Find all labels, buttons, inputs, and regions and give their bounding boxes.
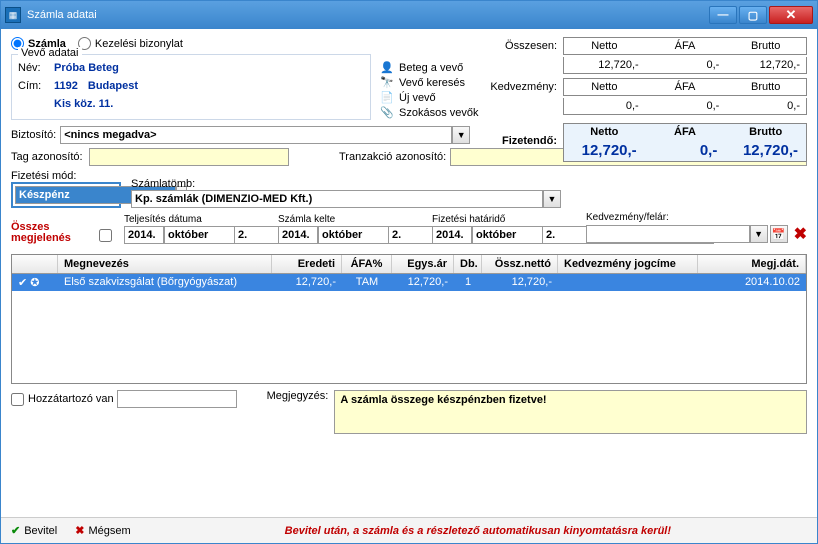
fulfill-month[interactable]: ▼ xyxy=(164,226,234,244)
patient-is-customer-action[interactable]: 👤 Beteg a vevő xyxy=(379,61,478,74)
customer-group: Vevő adatai Név: Próba Beteg Cím: 1192 B… xyxy=(11,54,371,120)
disc-afa: 0,- xyxy=(645,98,726,114)
related-label: Hozzátartozó van xyxy=(28,393,114,405)
disc-netto: 0,- xyxy=(564,98,645,114)
all-display-link[interactable]: Összes megjelenés xyxy=(11,222,99,244)
txn-label: Tranzakció azonosító: xyxy=(339,151,446,163)
customer-legend: Vevő adatai xyxy=(18,47,82,59)
issue-day[interactable]: ▼ xyxy=(388,226,422,244)
sum-label: Összesen: xyxy=(487,40,563,52)
issue-date: Számla kelte ▼ ▼ xyxy=(278,214,422,244)
cancel-button[interactable]: ✖ Mégsem xyxy=(75,524,130,537)
app-icon: ▦ xyxy=(5,7,21,23)
new-icon: 📄 xyxy=(379,91,395,104)
insurer-combo[interactable]: ▼ xyxy=(60,126,470,144)
payable-box: Netto ÁFA Brutto 12,720,- 0,- 12,720,- xyxy=(563,123,807,162)
paymethod-combo[interactable]: ▼ xyxy=(15,186,101,204)
issue-month[interactable]: ▼ xyxy=(318,226,388,244)
pay-netto: 12,720,- xyxy=(564,140,645,161)
insurer-label: Biztosító: xyxy=(11,129,56,141)
issue-year[interactable] xyxy=(278,226,318,244)
fulfill-day[interactable]: ▼ xyxy=(234,226,268,244)
insurer-dropdown-icon[interactable]: ▼ xyxy=(452,126,470,144)
book-dropdown-icon[interactable]: ▼ xyxy=(543,190,561,208)
due-month[interactable]: ▼ xyxy=(472,226,542,244)
sum-brutto: 12,720,- xyxy=(725,57,806,73)
pay-brutto: 12,720,- xyxy=(725,140,806,161)
row-marker-icon: ✔ ✪ xyxy=(12,274,58,291)
surcharge-label: Kedvezmény/felár: xyxy=(586,212,807,223)
maximize-button[interactable]: ▢ xyxy=(739,6,767,24)
all-display-checkbox[interactable] xyxy=(99,229,112,242)
name-label: Név: xyxy=(18,62,54,74)
calendar-icon[interactable]: 📅 xyxy=(770,225,788,243)
new-customer-action[interactable]: 📄 Új vevő xyxy=(379,91,478,104)
paymethod-field: ▼ xyxy=(11,182,121,208)
customer-actions: 👤 Beteg a vevő 🔭 Vevő keresés 📄 Új vevő … xyxy=(379,61,478,121)
paymethod-label: Fizetési mód: xyxy=(11,170,117,182)
related-input[interactable] xyxy=(117,390,237,408)
surcharge-input[interactable] xyxy=(586,225,750,243)
payable-label: Fizetendő: xyxy=(487,135,563,147)
insurer-input[interactable] xyxy=(60,126,452,144)
ok-button[interactable]: ✔ Bevitel xyxy=(11,524,57,537)
check-icon: ✔ xyxy=(11,524,20,537)
tag-input[interactable] xyxy=(89,148,289,166)
titlebar: ▦ Számla adatai — ▢ ✕ xyxy=(1,1,817,29)
items-grid: Megnevezés Eredeti ÁFA% Egys.ár Db. Össz… xyxy=(11,254,807,384)
pay-afa: 0,- xyxy=(645,140,726,161)
footer-message: Bevitel után, a számla és a részletező a… xyxy=(149,525,807,537)
binoculars-icon: 🔭 xyxy=(379,76,395,89)
discount-label: Kedvezmény: xyxy=(487,81,563,93)
note-text[interactable]: A számla összege készpénzben fizetve! xyxy=(334,390,807,434)
window-title: Számla adatai xyxy=(27,9,709,21)
book-label: Számlatömb: xyxy=(131,178,803,190)
surcharge-dropdown-icon[interactable]: ▼ xyxy=(750,225,768,243)
customer-zip: 1192 xyxy=(54,80,78,92)
clip-icon: 📎 xyxy=(379,106,395,119)
tag-label: Tag azonosító: xyxy=(11,151,85,163)
close-button[interactable]: ✕ xyxy=(769,6,813,24)
surcharge-combo[interactable]: ▼ xyxy=(586,225,768,243)
disc-brutto: 0,- xyxy=(725,98,806,114)
due-date: Fizetési határidő ▼ ▼ xyxy=(432,214,576,244)
search-customer-action[interactable]: 🔭 Vevő keresés xyxy=(379,76,478,89)
table-row[interactable]: ✔ ✪ Első szakvizsgálat (Bőrgyógyászat) 1… xyxy=(12,274,806,291)
due-year[interactable] xyxy=(432,226,472,244)
sum-netto: 12,720,- xyxy=(564,57,645,73)
grid-header: Megnevezés Eredeti ÁFA% Egys.ár Db. Össz… xyxy=(12,255,806,274)
customer-name: Próba Beteg xyxy=(54,62,119,74)
note-label: Megjegyzés: xyxy=(267,390,329,402)
person-icon: 👤 xyxy=(379,61,395,74)
addr-label: Cím: xyxy=(18,80,54,92)
cross-icon: ✖ xyxy=(75,524,84,537)
footer: ✔ Bevitel ✖ Mégsem Bevitel után, a száml… xyxy=(1,517,817,543)
sum-box: Netto ÁFA Brutto xyxy=(563,37,807,55)
book-combo[interactable]: ▼ xyxy=(131,190,561,208)
totals-panel: Összesen: Netto ÁFA Brutto 12,720,- 0,- … xyxy=(487,37,807,164)
due-day[interactable]: ▼ xyxy=(542,226,576,244)
fulfill-year[interactable] xyxy=(124,226,164,244)
book-input[interactable] xyxy=(131,190,543,208)
clear-surcharge-icon[interactable]: ✖ xyxy=(794,224,807,244)
treatment-radio[interactable]: Kezelési bizonylat xyxy=(78,37,183,50)
fulfill-date: Teljesítés dátuma ▼ ▼ xyxy=(124,214,268,244)
customer-city: Budapest xyxy=(88,80,138,92)
customer-street: Kis köz. 11. xyxy=(54,98,113,110)
related-checkbox[interactable] xyxy=(11,393,24,406)
usual-customers-action[interactable]: 📎 Szokásos vevők xyxy=(379,106,478,119)
sum-afa: 0,- xyxy=(645,57,726,73)
minimize-button[interactable]: — xyxy=(709,6,737,24)
